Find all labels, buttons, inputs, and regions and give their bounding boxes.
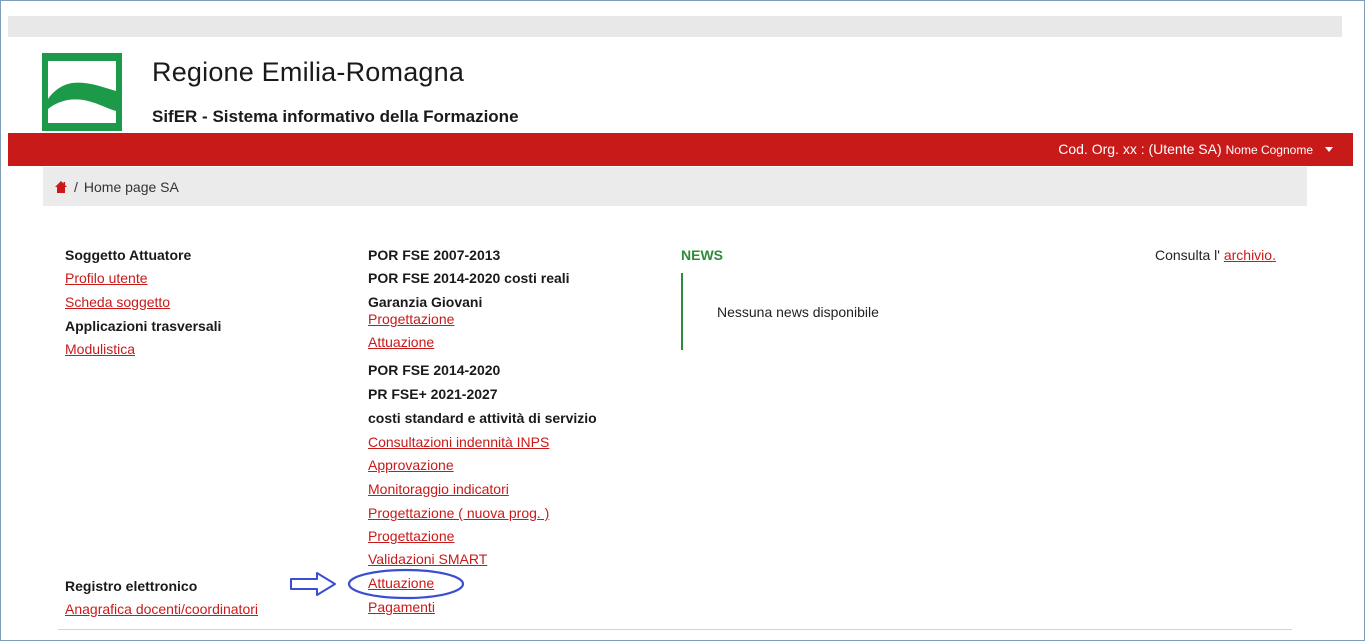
news-empty-message: Nessuna news disponibile: [717, 304, 879, 320]
top-bar: [8, 16, 1342, 37]
link-progettazione-nuova[interactable]: Progettazione ( nuova prog. ): [368, 505, 549, 521]
link-progettazione[interactable]: Progettazione: [368, 528, 454, 544]
chevron-down-icon[interactable]: [1325, 147, 1333, 152]
home-icon[interactable]: [54, 180, 68, 194]
breadcrumb: / Home page SA: [43, 167, 1307, 206]
user-menu[interactable]: Cod. Org. xx : (Utente SA) Nome Cognome: [1058, 141, 1333, 157]
link-modulistica[interactable]: Modulistica: [65, 341, 135, 357]
breadcrumb-separator: /: [74, 178, 78, 195]
link-scheda-soggetto[interactable]: Scheda soggetto: [65, 294, 170, 310]
news-divider: [681, 273, 683, 350]
annotation-highlight-ellipse: [347, 568, 465, 600]
link-anagrafica-docenti[interactable]: Anagrafica docenti/coordinatori: [65, 601, 258, 617]
heading-garanzia-giovani: Garanzia Giovani: [368, 294, 483, 310]
link-consultazioni-inps[interactable]: Consultazioni indennità INPS: [368, 434, 549, 450]
heading-por-fse-2007-2013: POR FSE 2007-2013: [368, 247, 501, 263]
user-org: Cod. Org. xx : (Utente SA): [1058, 141, 1222, 157]
link-approvazione[interactable]: Approvazione: [368, 457, 454, 473]
footer-divider: [58, 629, 1292, 630]
archive-prefix: Consulta l': [1155, 247, 1220, 263]
link-monitoraggio-indicatori[interactable]: Monitoraggio indicatori: [368, 481, 509, 497]
news-title: NEWS: [681, 247, 723, 263]
section-registro-elettronico: Registro elettronico: [65, 578, 198, 594]
app-subtitle: SifER - Sistema informativo della Formaz…: [152, 107, 519, 126]
news-archive: Consulta l' archivio.: [1155, 247, 1276, 263]
heading-pr-fse-2021-2027: PR FSE+ 2021-2027: [368, 386, 498, 402]
regione-logo[interactable]: [42, 53, 122, 131]
user-name: Nome Cognome: [1225, 143, 1313, 157]
heading-costi-standard: costi standard e attività di servizio: [368, 410, 597, 426]
link-pagamenti[interactable]: Pagamenti: [368, 599, 435, 615]
section-soggetto-attuatore: Soggetto Attuatore: [65, 247, 192, 263]
link-profilo-utente[interactable]: Profilo utente: [65, 270, 148, 286]
link-archivio[interactable]: archivio.: [1224, 247, 1276, 263]
app-title: Regione Emilia-Romagna: [152, 57, 465, 87]
annotation-arrow-icon: [290, 572, 336, 596]
heading-por-fse-2014-2020-costi-reali: POR FSE 2014-2020 costi reali: [368, 270, 570, 286]
link-gg-progettazione[interactable]: Progettazione: [368, 311, 454, 327]
section-applicazioni-trasversali: Applicazioni trasversali: [65, 318, 222, 334]
breadcrumb-current: Home page SA: [83, 178, 179, 195]
link-validazioni-smart[interactable]: Validazioni SMART: [368, 551, 487, 567]
link-gg-attuazione[interactable]: Attuazione: [368, 334, 434, 350]
heading-por-fse-2014-2020: POR FSE 2014-2020: [368, 362, 501, 378]
